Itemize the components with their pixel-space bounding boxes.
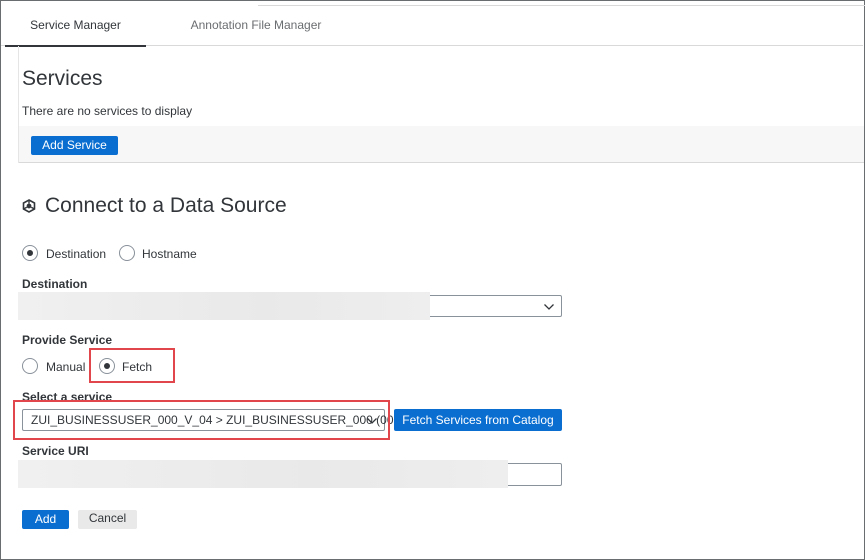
fetch-highlight <box>89 348 175 383</box>
service-select-highlight <box>13 400 390 440</box>
service-uri-label: Service URI <box>22 444 89 458</box>
provide-service-label: Provide Service <box>22 333 113 347</box>
tab-service-manager[interactable]: Service Manager <box>5 6 146 47</box>
tab-annotation-file-manager[interactable]: Annotation File Manager <box>176 6 336 46</box>
fetch-services-button[interactable]: Fetch Services from Catalog <box>394 409 562 431</box>
add-button[interactable]: Add <box>22 510 69 529</box>
radio-manual[interactable] <box>22 358 38 374</box>
connect-title: Connect to a Data Source <box>45 194 287 217</box>
radio-hostname[interactable] <box>119 245 135 261</box>
cancel-button[interactable]: Cancel <box>78 510 137 529</box>
radio-hostname-label: Hostname <box>142 247 197 261</box>
services-title: Services <box>22 67 103 90</box>
destination-label: Destination <box>22 277 88 291</box>
add-service-button[interactable]: Add Service <box>31 136 118 155</box>
radio-manual-label: Manual <box>46 360 86 374</box>
no-services-text: There are no services to display <box>22 104 193 118</box>
redacted-service-uri <box>18 460 508 488</box>
radio-destination-label: Destination <box>46 247 107 261</box>
chevron-down-icon <box>544 304 554 310</box>
tab-bar: Service Manager Annotation File Manager <box>1 6 863 47</box>
redacted-destination <box>18 292 430 320</box>
radio-destination[interactable] <box>22 245 38 261</box>
network-icon <box>22 199 36 213</box>
services-toolbar <box>19 126 864 163</box>
